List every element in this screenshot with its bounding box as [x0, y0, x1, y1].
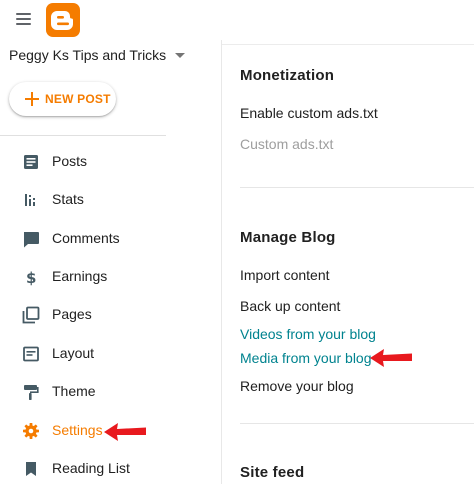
- posts-icon: [22, 153, 40, 171]
- section-divider: [240, 423, 474, 424]
- sidebar-item-label: Layout: [52, 345, 95, 361]
- new-post-label: NEW POST: [45, 92, 111, 106]
- monetization-title: Monetization: [240, 67, 335, 84]
- videos-from-blog-link[interactable]: Videos from your blog: [240, 326, 376, 342]
- sidebar-item-label: Reading List: [52, 460, 130, 476]
- media-from-blog-link[interactable]: Media from your blog: [240, 350, 372, 366]
- blogger-logo-icon[interactable]: [46, 3, 80, 37]
- sidebar-item-stats[interactable]: Stats: [0, 183, 160, 215]
- sidebar-item-label: Earnings: [52, 268, 108, 284]
- pages-icon: [22, 306, 40, 324]
- sidebar-item-theme[interactable]: Theme: [0, 375, 160, 407]
- sidebar-item-posts[interactable]: Posts: [0, 145, 160, 177]
- vertical-divider: [221, 40, 222, 484]
- gear-icon: [22, 422, 40, 440]
- chevron-down-icon: [175, 53, 185, 58]
- sidebar-item-label: Comments: [52, 230, 120, 246]
- blog-selector[interactable]: Peggy Ks Tips and Tricks: [9, 42, 189, 68]
- new-post-button[interactable]: NEW POST: [9, 82, 116, 116]
- import-content-link[interactable]: Import content: [240, 267, 330, 283]
- sidebar-item-label: Posts: [52, 153, 88, 169]
- sidebar-item-label: Stats: [52, 191, 84, 207]
- section-divider: [240, 187, 474, 188]
- site-feed-title: Site feed: [240, 464, 305, 481]
- blog-name: Peggy Ks Tips and Tricks: [9, 47, 167, 63]
- dollar-icon: $: [22, 268, 40, 287]
- sidebar-item-label: Pages: [52, 306, 92, 322]
- plus-icon: [25, 92, 39, 106]
- sidebar-item-comments[interactable]: Comments: [0, 222, 160, 254]
- sidebar-item-earnings[interactable]: $ Earnings: [0, 260, 160, 292]
- svg-text:$: $: [26, 269, 36, 286]
- sidebar-divider: [0, 135, 166, 136]
- comments-icon: [22, 230, 40, 248]
- remove-blog-link[interactable]: Remove your blog: [240, 378, 354, 394]
- hamburger-menu-icon[interactable]: [14, 10, 34, 26]
- header-divider: [222, 44, 474, 45]
- stats-icon: [22, 191, 40, 209]
- layout-icon: [22, 345, 40, 363]
- theme-icon: [22, 383, 40, 401]
- annotation-arrow-media: [370, 349, 412, 367]
- sidebar-item-label: Settings: [52, 422, 103, 438]
- sidebar-item-label: Theme: [52, 383, 96, 399]
- custom-ads-item: Custom ads.txt: [240, 136, 334, 152]
- annotation-arrow-settings: [104, 423, 146, 441]
- bookmark-icon: [22, 460, 40, 478]
- enable-custom-ads-toggle[interactable]: Enable custom ads.txt: [240, 105, 378, 121]
- back-up-content-link[interactable]: Back up content: [240, 298, 340, 314]
- manage-blog-title: Manage Blog: [240, 229, 336, 246]
- sidebar-item-pages[interactable]: Pages: [0, 298, 160, 330]
- sidebar-item-layout[interactable]: Layout: [0, 337, 160, 369]
- sidebar-item-reading-list[interactable]: Reading List: [0, 452, 160, 484]
